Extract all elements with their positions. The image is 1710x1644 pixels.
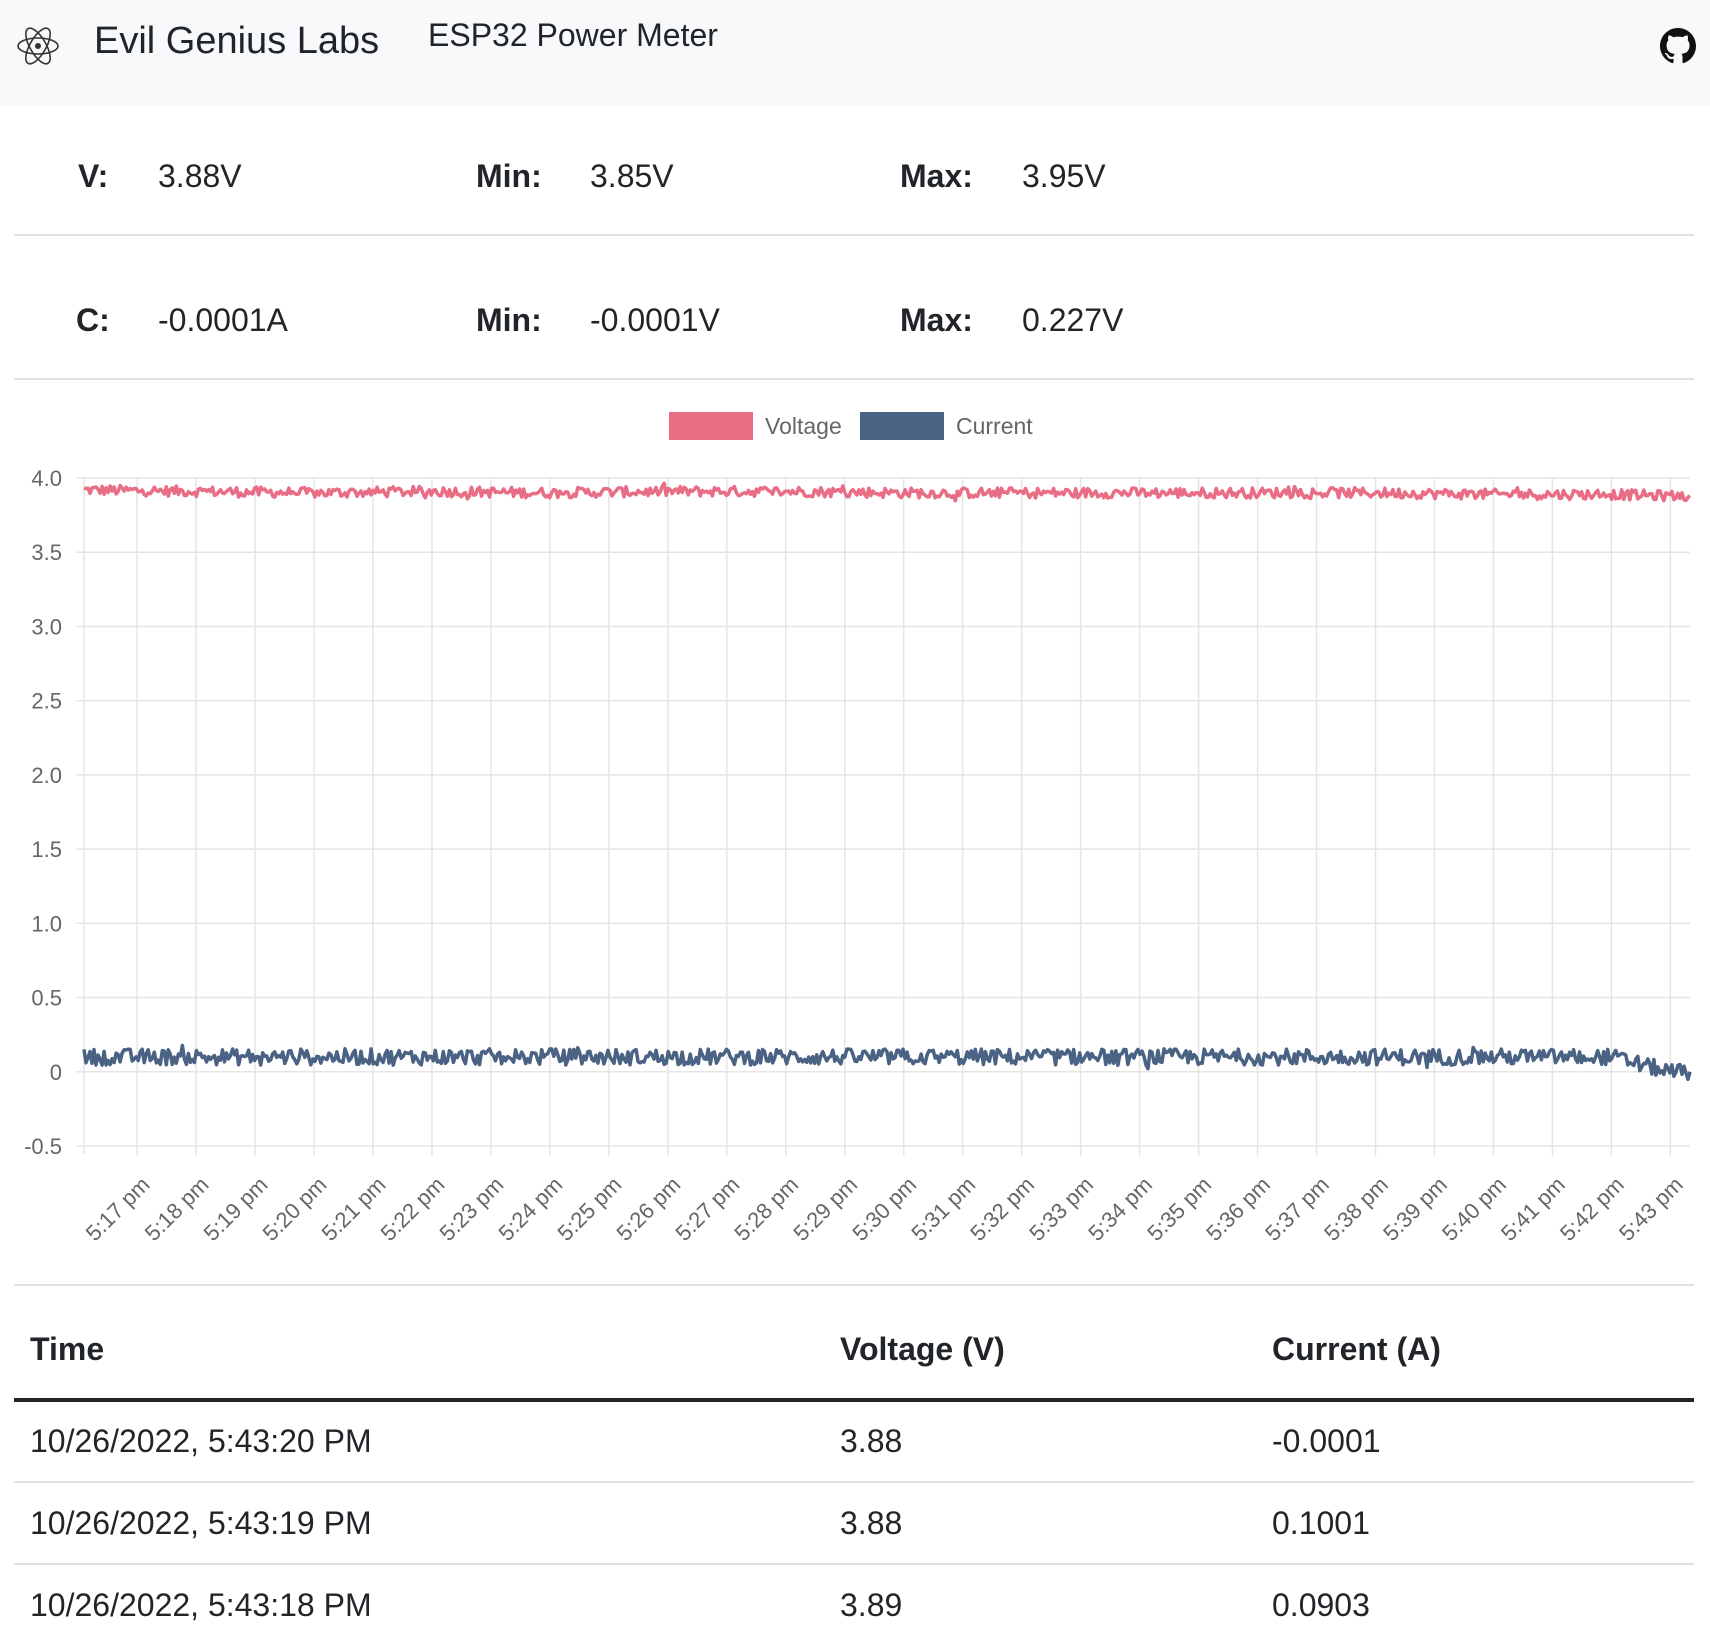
voltage-legend-swatch xyxy=(669,412,753,440)
x-tick-label: 5:36 pm xyxy=(1201,1172,1275,1246)
x-tick-label: 5:42 pm xyxy=(1555,1172,1629,1246)
x-tick-label: 5:40 pm xyxy=(1437,1172,1511,1246)
x-tick-label: 5:31 pm xyxy=(906,1172,980,1246)
cell-time: 10/26/2022, 5:43:19 PM xyxy=(14,1482,824,1565)
x-tick-label: 5:27 pm xyxy=(670,1172,744,1246)
voltage-max-value: 3.95V xyxy=(1022,158,1106,194)
y-tick-label: 3.5 xyxy=(31,540,62,565)
x-tick-label: 5:33 pm xyxy=(1024,1172,1098,1246)
x-tick-label: 5:22 pm xyxy=(376,1172,450,1246)
power-chart-svg: 4.0 3.5 3.0 2.5 2.0 1.5 1.0 0.5 0 -0.5 5:17 pm5:18… xyxy=(24,412,1692,1246)
header-voltage: Voltage (V) xyxy=(824,1300,1256,1402)
y-tick-label: 0 xyxy=(50,1060,62,1085)
cell-time: 10/26/2022, 5:43:20 PM xyxy=(14,1400,824,1483)
brand-name[interactable]: Evil Genius Labs xyxy=(94,20,379,63)
y-tick-label: 2.5 xyxy=(31,689,62,714)
x-tick-label: 5:37 pm xyxy=(1260,1172,1334,1246)
x-tick-label: 5:21 pm xyxy=(317,1172,391,1246)
cell-current: -0.0001 xyxy=(1256,1400,1694,1483)
atom-icon[interactable] xyxy=(14,22,62,70)
table-row: 10/26/2022, 5:43:18 PM 3.89 0.0903 xyxy=(14,1564,1694,1644)
x-tick-label: 5:43 pm xyxy=(1614,1172,1688,1246)
header-time: Time xyxy=(14,1300,824,1402)
x-tick-label: 5:32 pm xyxy=(965,1172,1039,1246)
cell-current: 0.0903 xyxy=(1256,1564,1694,1644)
cell-voltage: 3.88 xyxy=(824,1400,1256,1483)
x-tick-label: 5:29 pm xyxy=(788,1172,862,1246)
voltage-stats-row: V: 3.88V Min: 3.85V Max: 3.95V xyxy=(14,106,1694,236)
navbar: Evil Genius Labs ESP32 Power Meter xyxy=(0,0,1710,106)
y-tick-label: 1.0 xyxy=(31,911,62,936)
x-tick-label: 5:38 pm xyxy=(1319,1172,1393,1246)
cell-voltage: 3.88 xyxy=(824,1482,1256,1565)
table-row: 10/26/2022, 5:43:19 PM 3.88 0.1001 xyxy=(14,1482,1694,1565)
readings-table: Time Voltage (V) Current (A) 10/26/2022,… xyxy=(14,1300,1694,1644)
power-chart: 4.0 3.5 3.0 2.5 2.0 1.5 1.0 0.5 0 -0.5 5:17 pm 5:18… xyxy=(14,380,1694,1286)
x-tick-label: 5:18 pm xyxy=(140,1172,214,1246)
github-icon[interactable] xyxy=(1660,28,1696,64)
x-tick-label: 5:20 pm xyxy=(258,1172,332,1246)
y-tick-label: 3.0 xyxy=(31,614,62,639)
header-current: Current (A) xyxy=(1256,1300,1694,1402)
y-tick-label: -0.5 xyxy=(24,1134,62,1159)
voltage-series-line xyxy=(83,481,1692,503)
x-tick-label: 5:23 pm xyxy=(435,1172,509,1246)
x-tick-label: 5:26 pm xyxy=(611,1172,685,1246)
x-tick-label: 5:41 pm xyxy=(1496,1172,1570,1246)
cell-time: 10/26/2022, 5:43:18 PM xyxy=(14,1564,824,1644)
x-tick-label: 5:35 pm xyxy=(1142,1172,1216,1246)
current-value: -0.0001A xyxy=(158,302,288,338)
x-tick-label: 5:28 pm xyxy=(729,1172,803,1246)
x-tick-label: 5:25 pm xyxy=(552,1172,626,1246)
voltage-value: 3.88V xyxy=(158,158,242,194)
voltage-min-value: 3.85V xyxy=(590,158,674,194)
table-header-row: Time Voltage (V) Current (A) xyxy=(14,1300,1694,1402)
current-max-label: Max: xyxy=(900,302,973,338)
current-legend-swatch xyxy=(860,412,944,440)
table-row: 10/26/2022, 5:43:20 PM 3.88 -0.0001 xyxy=(14,1400,1694,1483)
x-tick-label: 5:17 pm xyxy=(81,1172,155,1246)
voltage-legend-label: Voltage xyxy=(765,413,842,439)
current-stats-row: C: -0.0001A Min: -0.0001V Max: 0.227V xyxy=(14,250,1694,380)
current-legend-label: Current xyxy=(956,413,1033,439)
voltage-label: V: xyxy=(78,158,109,194)
x-tick-label: 5:34 pm xyxy=(1083,1172,1157,1246)
cell-current: 0.1001 xyxy=(1256,1482,1694,1565)
current-max-value: 0.227V xyxy=(1022,302,1124,338)
current-min-label: Min: xyxy=(476,302,542,338)
cell-voltage: 3.89 xyxy=(824,1564,1256,1644)
y-tick-label: 1.5 xyxy=(31,837,62,862)
x-tick-label: 5:30 pm xyxy=(847,1172,921,1246)
x-tick-label: 5:39 pm xyxy=(1378,1172,1452,1246)
y-tick-label: 0.5 xyxy=(31,986,62,1011)
y-tick-label: 4.0 xyxy=(31,466,62,491)
voltage-min-label: Min: xyxy=(476,158,542,194)
current-series-line xyxy=(82,1043,1692,1082)
current-label: C: xyxy=(76,302,110,338)
x-tick-label: 5:24 pm xyxy=(494,1172,568,1246)
page-title: ESP32 Power Meter xyxy=(428,17,718,53)
current-min-value: -0.0001V xyxy=(590,302,720,338)
voltage-max-label: Max: xyxy=(900,158,973,194)
y-tick-label: 2.0 xyxy=(31,763,62,788)
x-tick-label: 5:19 pm xyxy=(199,1172,273,1246)
